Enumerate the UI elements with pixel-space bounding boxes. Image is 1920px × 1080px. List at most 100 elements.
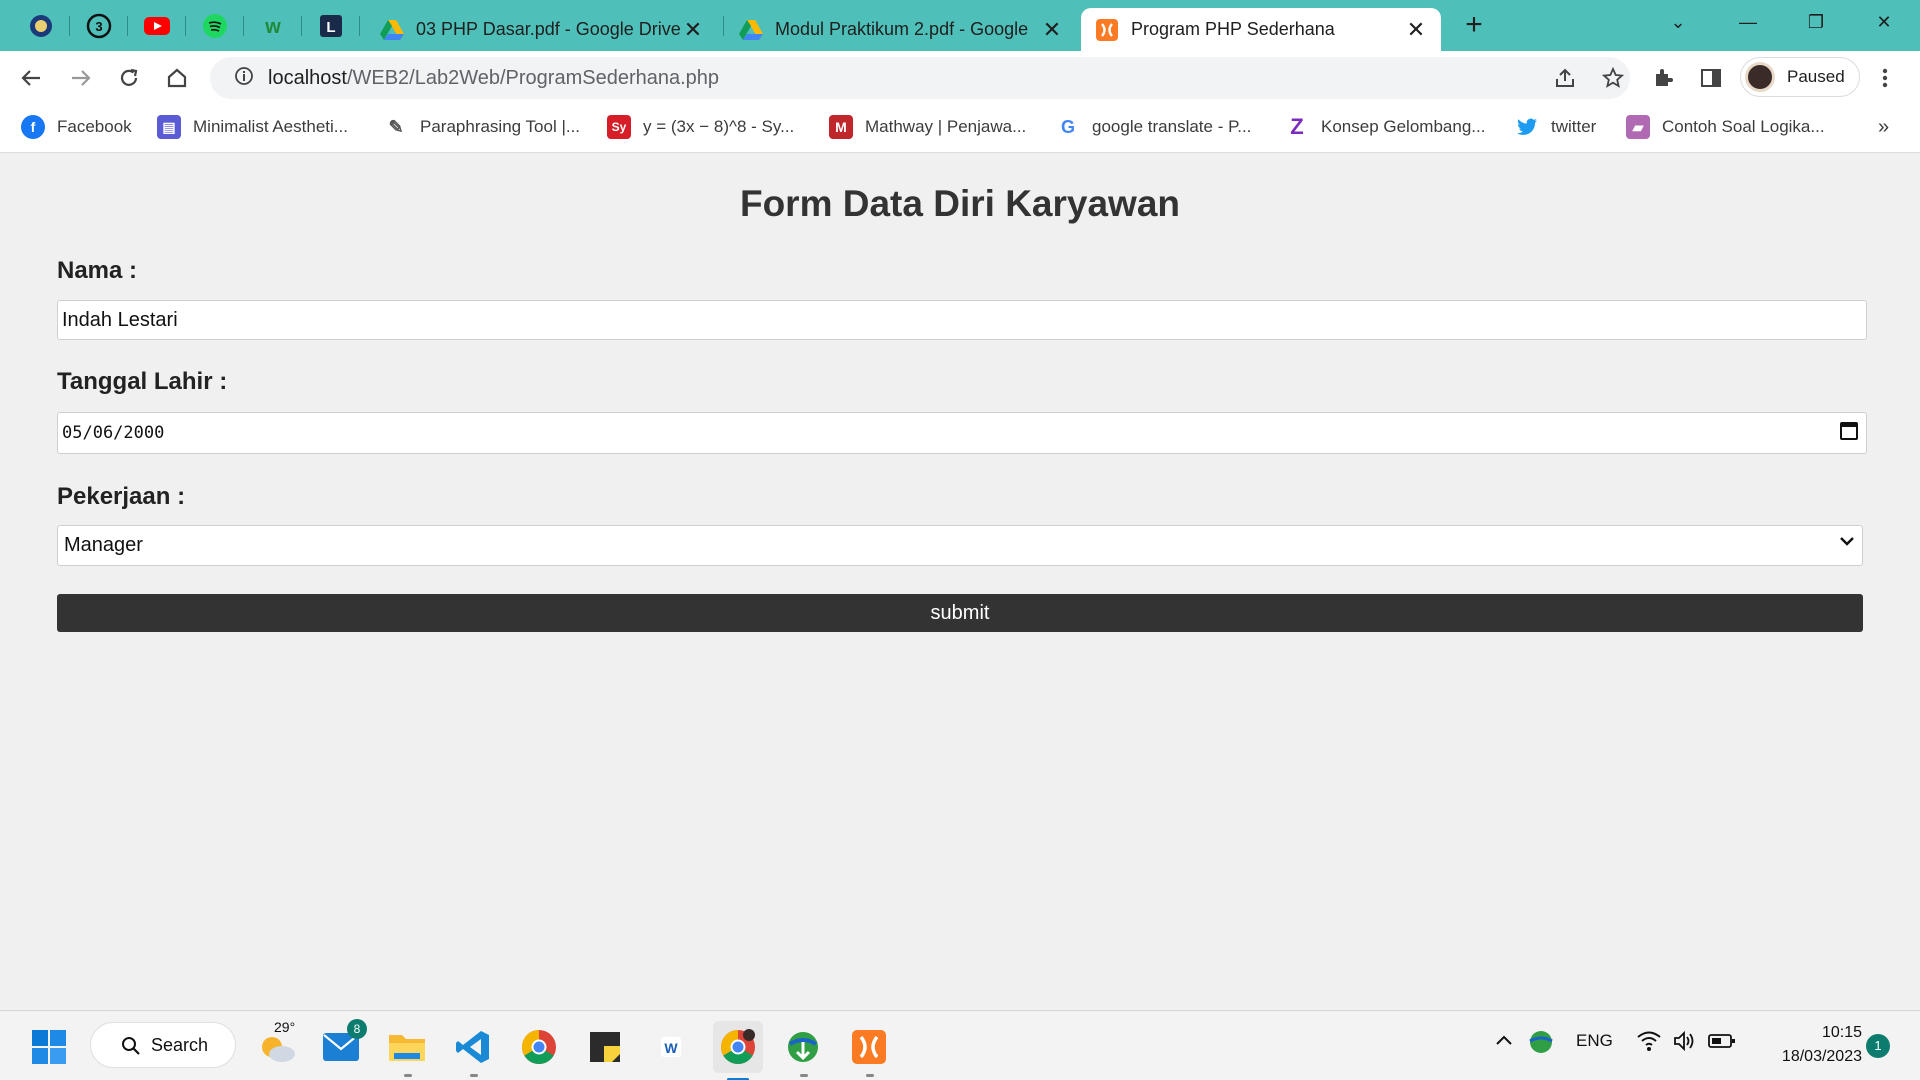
xampp-icon [852,1030,886,1064]
volume-icon[interactable] [1672,1029,1696,1058]
xampp-app[interactable] [847,1025,891,1077]
chevron-down-icon [1840,537,1854,546]
profile-button[interactable]: Paused [1740,57,1860,97]
restore-button[interactable]: ❐ [1792,4,1840,40]
tanggal-lahir-value: 05/06/2000 [62,423,165,443]
pinned-tab[interactable] [12,8,70,44]
sticky-notes-icon [590,1032,620,1062]
mail-badge: 8 [347,1019,367,1039]
bookmark-google-translate[interactable]: G google translate - P... [1056,105,1251,149]
reload-button[interactable] [112,61,146,95]
page-content: Form Data Diri Karyawan Nama : Indah Les… [0,153,1920,1010]
chrome-icon [522,1030,556,1064]
language-indicator[interactable]: ENG [1576,1031,1613,1051]
pekerjaan-label: Pekerjaan : [57,483,186,510]
tab-modul-praktikum[interactable]: Modul Praktikum 2.pdf - Google ✕ [725,8,1077,51]
close-window-button[interactable]: ✕ [1860,4,1908,40]
close-tab-icon[interactable]: ✕ [682,17,704,43]
home-icon [167,68,187,88]
address-bar[interactable]: localhost/WEB2/Lab2Web/ProgramSederhana.… [210,57,1630,99]
back-button[interactable] [14,61,48,95]
pinned-tab[interactable]: w [244,8,302,44]
bookmark-contoh-soal[interactable]: ▰ Contoh Soal Logika... [1626,105,1825,149]
battery-icon[interactable] [1708,1031,1736,1056]
weather-widget[interactable]: 29° [256,1019,300,1069]
svg-text:w: w [264,16,281,38]
bookmark-label: Mathway | Penjawa... [865,117,1027,136]
url-text: localhost/WEB2/Lab2Web/ProgramSederhana.… [268,67,719,90]
bookmark-label: Contoh Soal Logika... [1662,117,1825,136]
chrome-icon [721,1029,755,1064]
profile-status: Paused [1787,67,1845,86]
pinned-tab[interactable]: L [302,8,360,44]
taskbar-search[interactable]: Search [90,1022,236,1068]
pinned-tab[interactable] [186,8,244,44]
sticky-notes-app[interactable] [583,1025,627,1069]
globe-tray-icon[interactable] [1528,1029,1554,1060]
close-tab-icon[interactable]: ✕ [1405,17,1427,43]
pekerjaan-select[interactable]: Manager [57,525,1863,566]
bookmark-label: Konsep Gelombang... [1321,117,1486,136]
show-hidden-icons[interactable] [1494,1031,1514,1056]
nama-label: Nama : [57,257,138,284]
url-host: localhost [268,66,347,89]
start-button[interactable] [27,1025,71,1069]
extensions-icon[interactable] [1646,61,1680,95]
forward-button[interactable] [64,61,98,95]
url-path: /WEB2/Lab2Web/ProgramSederhana.php [346,66,720,89]
tab-title: Modul Praktikum 2.pdf - Google [775,19,1029,39]
vscode-app[interactable] [451,1025,495,1077]
weather-temp: 29° [274,1019,296,1035]
tab-separator [723,16,724,36]
clock-date: 18/03/2023 [1781,1048,1862,1065]
submit-button[interactable]: submit [57,594,1863,632]
site-logo-icon [30,15,52,37]
canva-icon: ▤ [157,115,181,139]
tab-search-chevron-icon[interactable]: ⌄ [1654,4,1702,40]
search-icon [122,1037,140,1055]
new-tab-button[interactable]: + [1458,10,1490,42]
bookmark-twitter[interactable]: twitter [1515,105,1596,149]
notification-badge[interactable]: 1 [1866,1034,1890,1058]
pinned-tab[interactable] [128,8,186,44]
svg-text:W: W [664,1040,678,1056]
chrome-profile-app[interactable] [713,1021,763,1080]
mail-app[interactable]: 8 [319,1019,367,1069]
side-panel-icon[interactable] [1694,61,1728,95]
wifi-icon[interactable] [1636,1029,1662,1058]
tab-program-php-sederhana[interactable]: Program PHP Sederhana ✕ [1081,8,1441,51]
tanggal-lahir-label: Tanggal Lahir : [57,368,228,395]
nama-value: Indah Lestari [62,308,178,331]
nama-input[interactable]: Indah Lestari [57,300,1867,340]
zenius-icon: Z [1290,114,1304,139]
system-clock[interactable]: 10:15 18/03/2023 [1752,1021,1862,1069]
close-tab-icon[interactable]: ✕ [1041,17,1063,43]
more-menu-icon[interactable] [1868,61,1902,95]
calendar-icon[interactable] [1840,422,1858,440]
bookmark-facebook[interactable]: f Facebook [21,105,132,149]
bookmark-minimalist[interactable]: ▤ Minimalist Aestheti... [157,105,348,149]
file-explorer[interactable] [385,1025,429,1077]
word-app[interactable]: W [649,1025,693,1069]
bookmark-star-icon[interactable] [1596,61,1630,95]
pinned-tab[interactable]: 3 [70,8,128,44]
tab-strip: 3 w L 03 PHP Dasar.pdf - Google Drive ✕ … [0,0,1920,51]
browser-toolbar: localhost/WEB2/Lab2Web/ProgramSederhana.… [0,51,1920,105]
bookmark-symbolab[interactable]: Sy y = (3x − 8)^8 - Sy... [607,105,794,149]
minimize-button[interactable]: — [1724,4,1772,40]
tab-php-dasar[interactable]: 03 PHP Dasar.pdf - Google Drive ✕ [366,8,718,51]
internet-download-manager-app[interactable] [781,1025,825,1077]
whatsapp-icon: 3 [86,13,112,39]
chrome-app[interactable] [517,1025,561,1069]
home-button[interactable] [160,61,194,95]
forward-arrow-icon [72,70,91,86]
more-bookmarks-icon[interactable]: » [1878,105,1889,149]
bookmark-konsep-gelombang[interactable]: Z Konsep Gelombang... [1285,105,1485,149]
bookmark-mathway[interactable]: M Mathway | Penjawa... [829,105,1026,149]
share-icon[interactable] [1548,61,1582,95]
bookmark-paraphrasing[interactable]: ✎ Paraphrasing Tool |... [384,105,580,149]
bookmark-label: y = (3x − 8)^8 - Sy... [643,117,795,136]
site-info-icon[interactable] [224,66,264,91]
reload-icon [120,68,138,86]
tanggal-lahir-input[interactable]: 05/06/2000 [57,412,1867,454]
